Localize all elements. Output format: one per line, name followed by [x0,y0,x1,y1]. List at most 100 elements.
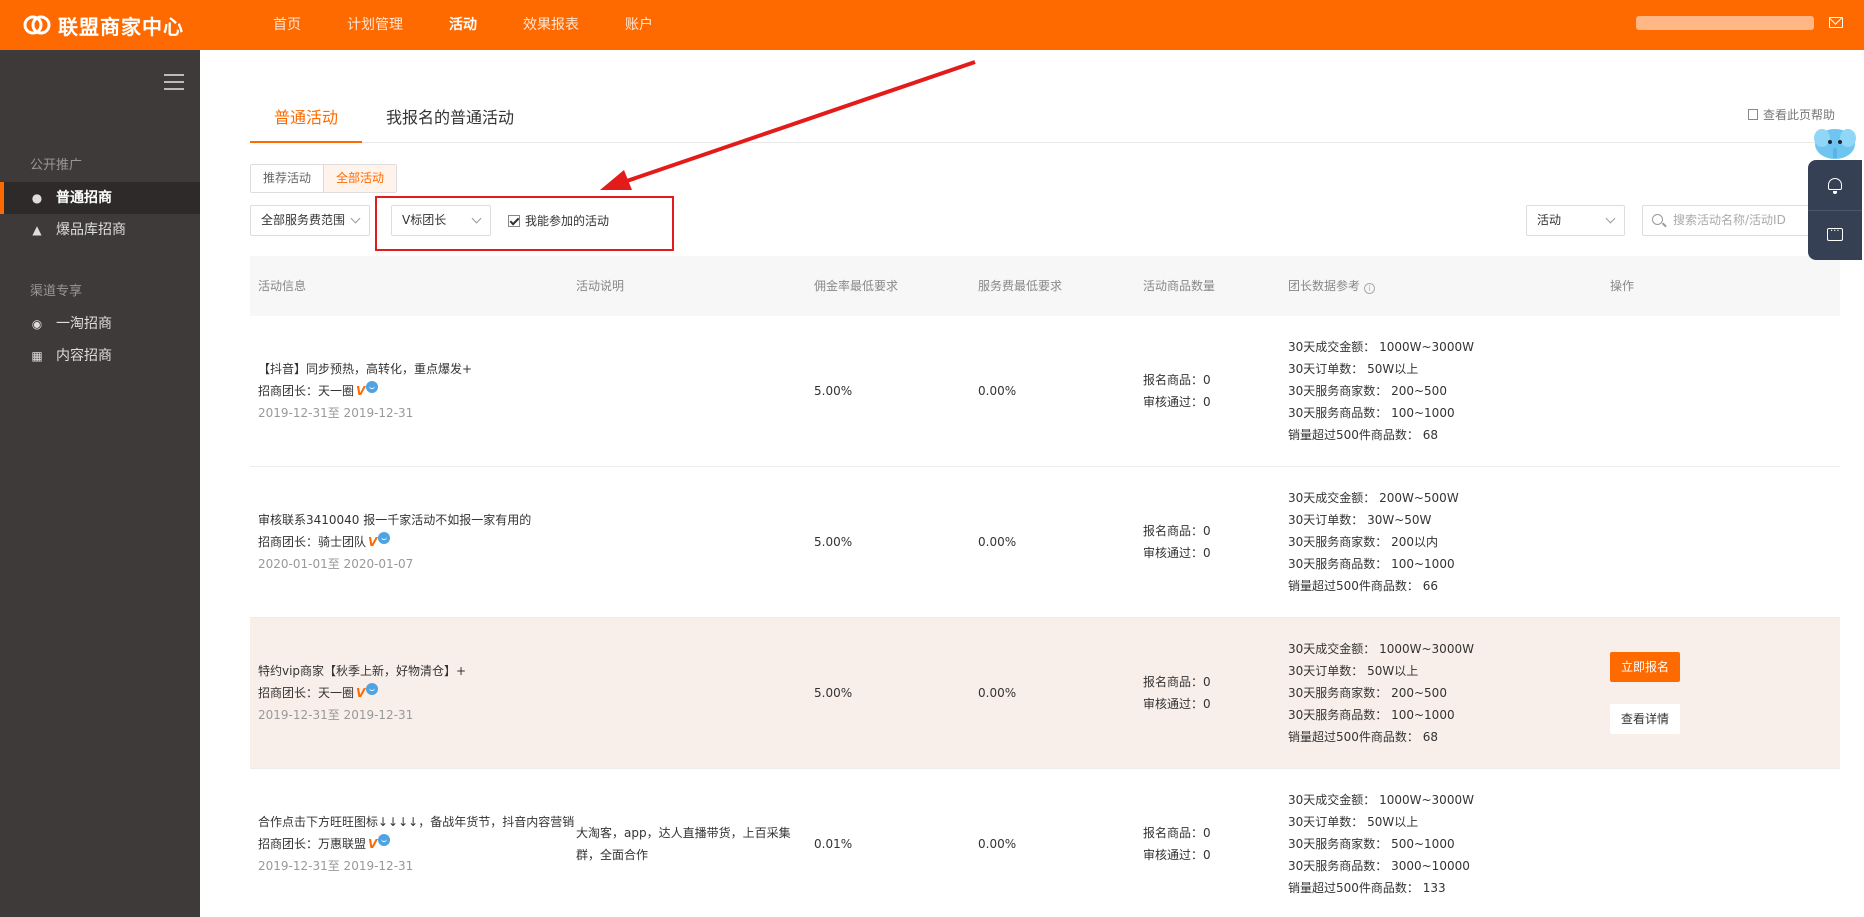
leader-name[interactable]: 骑士团队 [318,535,366,549]
yitao-icon: ◉ [31,317,43,331]
leader-stats: 30天成交金额： 1000W~3000W 30天订单数： 50W以上 30天服务商家… [1288,793,1474,895]
top-bar: 联盟商家中心 首页 计划管理 活动 效果报表 账户 [0,0,1864,50]
sidebar-item-hot-recruit[interactable]: ▲ 爆品库招商 [0,214,200,246]
app-title: 联盟商家中心 [58,14,184,39]
mail-icon[interactable] [1829,17,1843,28]
table-header: 活动信息 活动说明 佣金率最低要求 服务费最低要求 活动商品数量 团长数据参考 i… [250,256,1840,316]
search-placeholder: 搜索活动名称/活动ID [1673,213,1786,227]
activity-title[interactable]: 【抖音】同步预热，高转化，重点爆发+ [258,358,472,380]
activity-type-select[interactable]: 活动 [1526,205,1625,236]
sidebar-item-label: 一淘招商 [56,316,112,332]
v-badge-icon: V [368,837,378,851]
topnav-home[interactable]: 首页 [250,0,324,50]
col-service-fee: 服务费最低要求 [978,279,1063,293]
activity-info: 审核联系3410040 报一千家活动不如报一家有用的 招商团长：骑士团队 V 20… [258,509,531,575]
topnav-plan[interactable]: 计划管理 [324,0,426,50]
sidebar-item-label: 爆品库招商 [56,222,126,238]
annotation-highlight-box [375,196,674,251]
floating-panel [1808,160,1862,260]
col-commission: 佣金率最低要求 [814,279,899,293]
v-badge-icon: V [356,686,366,700]
sidebar-item-yitao[interactable]: ◉ 一淘招商 [0,308,200,340]
leader-name[interactable]: 天一圈 [318,384,354,398]
activity-type-value: 活动 [1537,213,1562,227]
product-count: 报名商品：0 审核通过：0 [1143,675,1211,711]
activity-info: 合作点击下方旺旺图标↓↓↓↓，备战年货节，抖音内容营销 招商团长：万惠联盟 V 2… [258,811,574,877]
leader-stats: 30天成交金额： 200W~500W 30天订单数： 30W~50W 30天服务商家… [1288,491,1459,593]
info-icon[interactable]: i [1364,283,1376,294]
leader-name[interactable]: 天一圈 [318,686,354,700]
commission-value: 5.00% [814,384,853,398]
v-badge-icon: V [356,384,366,398]
service-fee-value: 0.00% [978,535,1017,549]
leader-stats: 30天成交金额： 1000W~3000W 30天订单数： 50W以上 30天服务商家… [1288,642,1474,744]
table-row: 【抖音】同步预热，高转化，重点爆发+ 招商团长：天一圈 V 2019-12-31至… [250,316,1840,467]
main-tabs: 普通活动 我报名的普通活动 查看此页帮助 [250,92,1835,143]
help-link[interactable]: 查看此页帮助 [1747,106,1835,123]
activity-filter-toggle: 推荐活动 全部活动 [250,164,398,193]
topnav-activity[interactable]: 活动 [426,0,500,50]
wangwang-icon[interactable] [366,381,379,393]
signup-button[interactable]: 立即报名 [1610,652,1680,682]
activity-info: 特约vip商家【秋季上新，好物清仓】+ 招商团长：天一圈 V 2019-12-31… [258,660,466,726]
service-range-value: 全部服务费范围 [261,213,346,227]
wangwang-icon[interactable] [378,532,391,544]
table-row: 特约vip商家【秋季上新，好物清仓】+ 招商团长：天一圈 V 2019-12-31… [250,618,1840,769]
wangwang-icon[interactable] [378,834,391,846]
col-activity-desc: 活动说明 [576,279,625,293]
leader-label: 招商团长： [258,837,319,851]
sidebar-item-label: 普通招商 [56,190,112,206]
search-icon [1652,214,1663,225]
wangwang-icon[interactable] [366,683,379,695]
menu-toggle-icon[interactable] [164,74,184,90]
topnav-report[interactable]: 效果报表 [500,0,602,50]
notification-button[interactable] [1808,160,1862,210]
chat-icon [1827,223,1843,241]
service-fee-value: 0.00% [978,837,1017,851]
help-label: 查看此页帮助 [1762,108,1835,122]
flame-icon: ▲ [32,223,42,237]
top-nav: 首页 计划管理 活动 效果报表 账户 [250,0,676,50]
user-name-blurred[interactable] [1636,16,1814,30]
chevron-down-icon [1605,213,1616,224]
tab-normal-activity[interactable]: 普通活动 [250,92,362,143]
view-details-button[interactable]: 查看详情 [1610,704,1680,734]
product-count: 报名商品：0 审核通过：0 [1143,826,1211,862]
service-range-select[interactable]: 全部服务费范围 [250,205,370,236]
annotation-arrow [600,60,976,190]
activity-title[interactable]: 审核联系3410040 报一千家活动不如报一家有用的 [258,509,531,531]
seg-all[interactable]: 全部活动 [323,165,397,192]
activity-dates: 2020-01-01至 2020-01-07 [258,557,414,571]
logo-icon [23,15,51,35]
mascot-icon[interactable] [1812,122,1858,162]
sidebar-group-channel: 渠道专享 [30,284,83,299]
commission-value: 0.01% [814,837,853,851]
col-product-count: 活动商品数量 [1143,279,1216,293]
activity-title[interactable]: 特约vip商家【秋季上新，好物清仓】+ [258,660,466,682]
sidebar-item-content[interactable]: ▦ 内容招商 [0,340,200,372]
topnav-account[interactable]: 账户 [602,0,676,50]
col-leader-data-label: 团长数据参考 [1288,279,1361,293]
tab-my-signed-activity[interactable]: 我报名的普通活动 [386,92,514,143]
product-count: 报名商品：0 审核通过：0 [1143,373,1211,409]
activity-desc: 大淘客，app，达人直播带货，上百采集 群，全面合作 [576,826,791,862]
activity-dates: 2019-12-31至 2019-12-31 [258,859,414,873]
activity-info: 【抖音】同步预热，高转化，重点爆发+ 招商团长：天一圈 V 2019-12-31至… [258,358,472,424]
activity-search-input[interactable]: 搜索活动名称/活动ID [1642,205,1817,236]
seg-recommended[interactable]: 推荐活动 [251,165,324,192]
leader-label: 招商团长： [258,535,319,549]
col-activity-info: 活动信息 [258,279,307,293]
headset-icon: ● [31,191,43,205]
col-leader-data: 团长数据参考 i [1288,256,1376,316]
leader-name[interactable]: 万惠联盟 [318,837,366,851]
service-fee-value: 0.00% [978,686,1017,700]
activity-dates: 2019-12-31至 2019-12-31 [258,708,414,722]
chat-button[interactable] [1808,210,1862,260]
v-badge-icon: V [368,535,378,549]
leader-stats: 30天成交金额： 1000W~3000W 30天订单数： 50W以上 30天服务商家… [1288,340,1474,442]
leader-label: 招商团长： [258,686,319,700]
table-row: 审核联系3410040 报一千家活动不如报一家有用的 招商团长：骑士团队 V 20… [250,467,1840,618]
logo[interactable]: 联盟商家中心 [22,12,184,39]
activity-title[interactable]: 合作点击下方旺旺图标↓↓↓↓，备战年货节，抖音内容营销 [258,811,574,833]
sidebar-item-normal-recruit[interactable]: ● 普通招商 [0,182,200,214]
